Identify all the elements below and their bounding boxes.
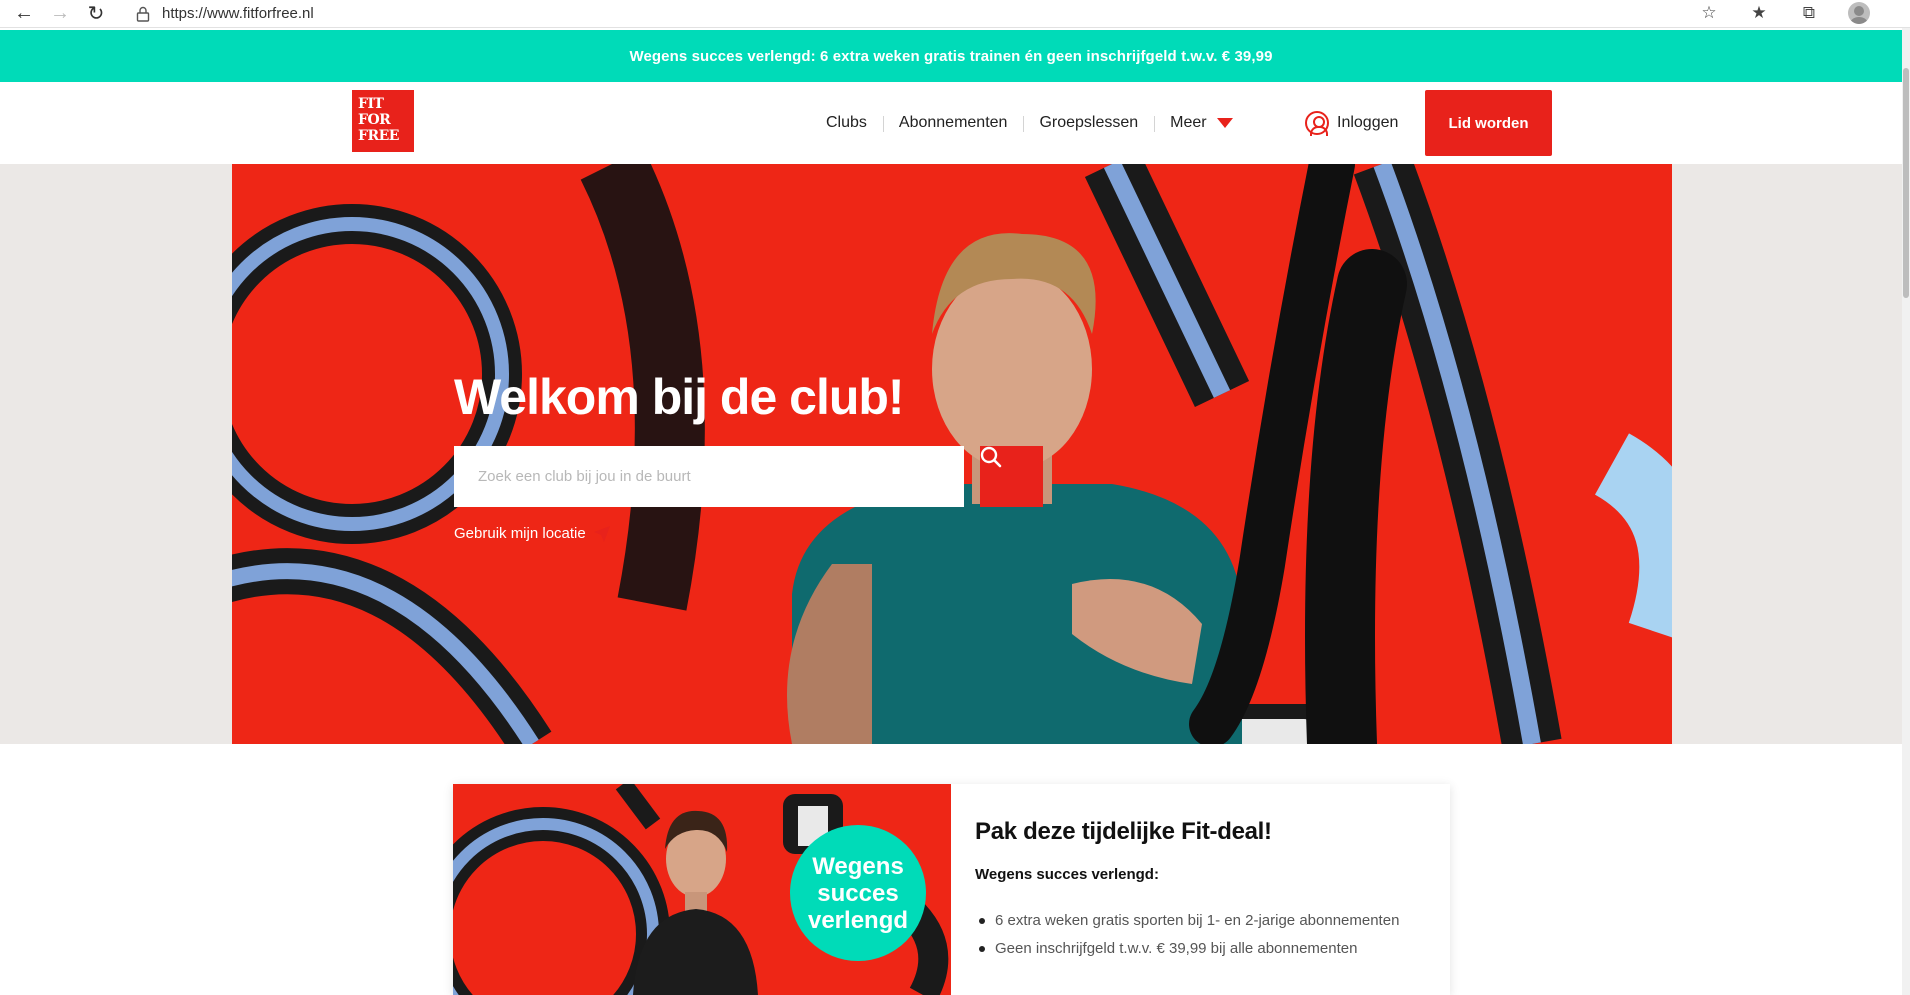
use-location-label: Gebruik mijn locatie <box>454 525 586 542</box>
deal-badge: Wegens succes verlengd <box>790 825 926 961</box>
deal-content: Pak deze tijdelijke Fit-deal! Wegens suc… <box>975 818 1425 963</box>
logo-line: FOR <box>358 112 391 128</box>
join-button[interactable]: Lid worden <box>1425 90 1552 156</box>
page-scrollbar[interactable] <box>1902 28 1910 995</box>
login-link[interactable]: Inloggen <box>1305 111 1399 136</box>
badge-line: succes <box>817 879 899 907</box>
list-item: 6 extra weken gratis sporten bij 1- en 2… <box>975 907 1425 935</box>
deal-title: Pak deze tijdelijke Fit-deal! <box>975 818 1272 845</box>
location-arrow-icon <box>593 525 610 542</box>
login-label: Inloggen <box>1337 114 1399 131</box>
deal-subtitle: Wegens succes verlengd: <box>975 866 1159 883</box>
refresh-icon[interactable]: ↻ <box>84 2 108 26</box>
list-item: Geen inschrijfgeld t.w.v. € 39,99 bij al… <box>975 935 1425 963</box>
use-location-link[interactable]: Gebruik mijn locatie <box>454 525 610 542</box>
club-search-input[interactable] <box>454 446 964 507</box>
hero-title: Welkom bij de club! <box>454 369 905 425</box>
deal-image: Wegens succes verlengd <box>453 784 951 995</box>
browser-toolbar: ← → ↻ https://www.fitforfree.nl ☆ ★ ⧉ <box>0 0 1910 28</box>
lock-icon <box>136 6 150 22</box>
badge-line: verlengd <box>807 906 909 934</box>
search-icon <box>980 446 1002 468</box>
logo-line: FIT <box>358 96 384 112</box>
deal-card: Wegens succes verlengd Pak deze tijdelij… <box>453 784 1450 995</box>
site-header: FIT FOR FREE Clubs Abonnementen Groepsle… <box>0 82 1902 164</box>
triangle-down-icon <box>1216 118 1233 128</box>
deal-list: 6 extra weken gratis sporten bij 1- en 2… <box>975 907 1425 963</box>
promo-banner[interactable]: Wegens succes verlengd: 6 extra weken gr… <box>0 30 1902 82</box>
nav-groepslessen[interactable]: Groepslessen <box>1023 113 1154 133</box>
back-icon[interactable]: ← <box>12 2 36 26</box>
profile-avatar[interactable] <box>1848 2 1870 24</box>
main-nav: Clubs Abonnementen Groepslessen Meer <box>810 82 1249 164</box>
address-bar[interactable]: https://www.fitforfree.nl <box>136 2 314 26</box>
nav-meer[interactable]: Meer <box>1154 113 1248 133</box>
url-text: https://www.fitforfree.nl <box>162 5 314 22</box>
badge-line: Wegens <box>812 852 904 880</box>
nav-meer-label: Meer <box>1170 114 1207 131</box>
favorites-icon[interactable]: ★ <box>1748 2 1770 24</box>
hero-banner: Welkom bij de club! Gebruik mijn locatie <box>232 164 1672 744</box>
forward-icon[interactable]: → <box>48 2 72 26</box>
nav-clubs[interactable]: Clubs <box>810 113 883 133</box>
scrollbar-thumb[interactable] <box>1903 68 1909 298</box>
fit-for-free-logo[interactable]: FIT FOR FREE <box>352 90 414 152</box>
promo-text: Wegens succes verlengd: 6 extra weken gr… <box>629 47 1273 65</box>
collections-icon[interactable]: ⧉ <box>1798 2 1820 24</box>
favorite-add-icon[interactable]: ☆ <box>1698 2 1720 24</box>
logo-line: FREE <box>358 128 399 144</box>
user-icon <box>1305 111 1329 136</box>
search-button[interactable] <box>980 446 1043 507</box>
nav-abonnementen[interactable]: Abonnementen <box>882 113 1024 133</box>
